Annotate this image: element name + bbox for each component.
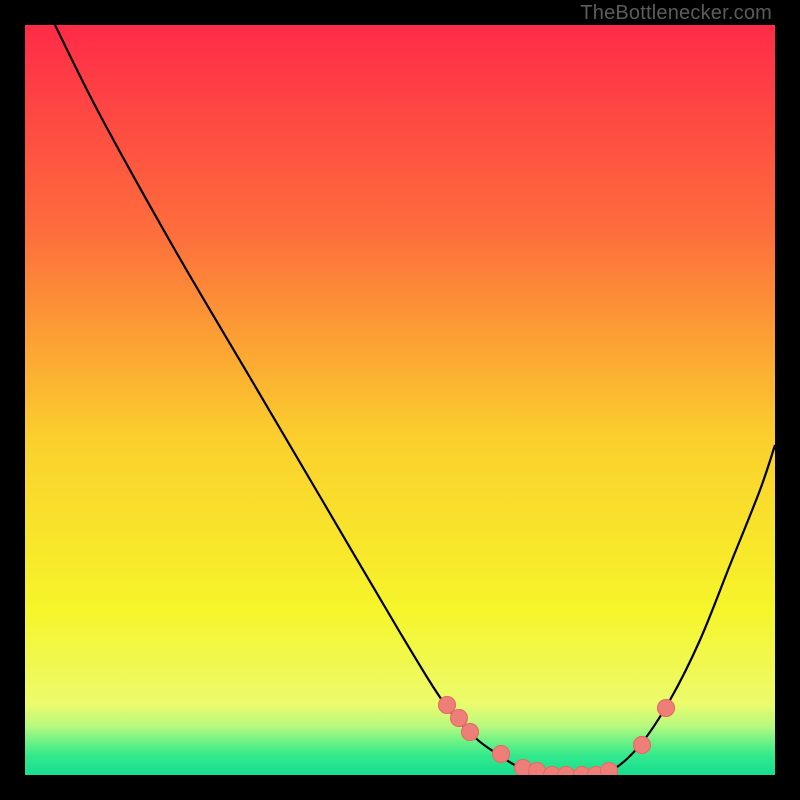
watermark-text: TheBottlenecker.com [580, 2, 772, 25]
curve-layer [25, 25, 775, 775]
highlight-dot [600, 762, 618, 775]
highlight-dot [492, 745, 510, 763]
highlight-dot [657, 699, 675, 717]
outer-frame: TheBottlenecker.com [0, 0, 800, 800]
highlight-dot [461, 723, 479, 741]
chart-plot-area [25, 25, 775, 775]
bottleneck-curve [55, 25, 775, 775]
highlight-dot [633, 736, 651, 754]
